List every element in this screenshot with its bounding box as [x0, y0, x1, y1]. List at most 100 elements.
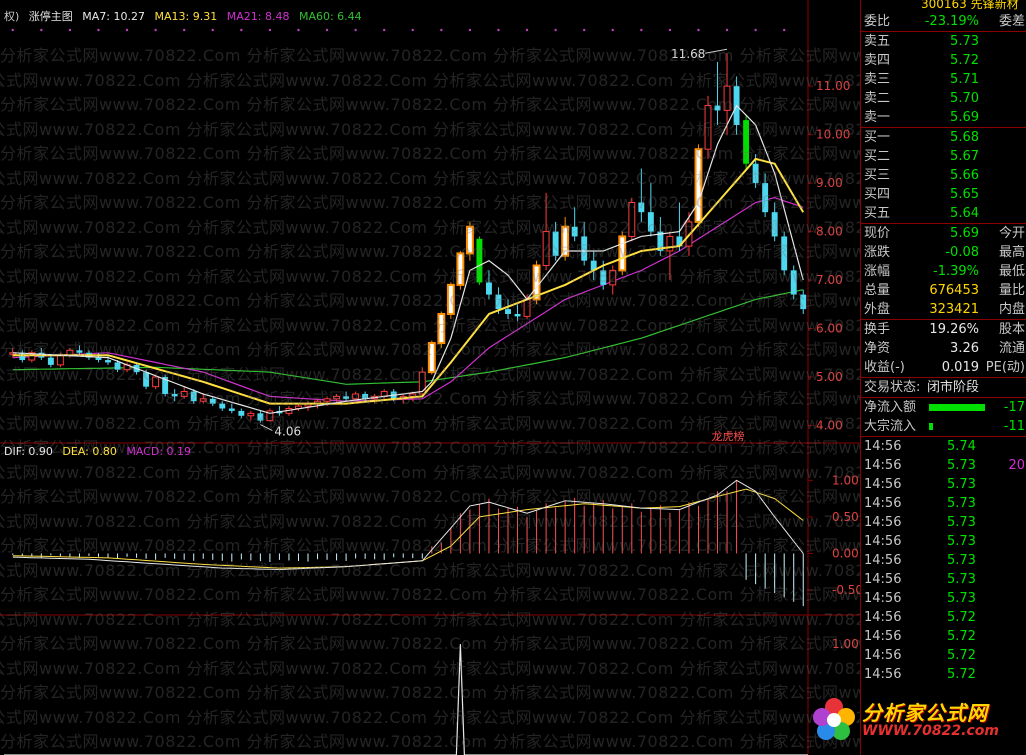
order-row[interactable]: 卖二 5.70: [861, 89, 1026, 108]
macd-axis-label: 1.00: [832, 473, 859, 487]
flow-value: -17: [1003, 400, 1025, 415]
tick-time: 14:56: [864, 610, 902, 625]
order-row[interactable]: 买三 5.66: [861, 166, 1026, 185]
tick-price: 5.72: [947, 648, 976, 663]
quote-label: 总量: [864, 283, 891, 298]
order-price: 5.72: [950, 53, 979, 68]
order-row[interactable]: 卖五 5.73: [861, 32, 1026, 51]
tick-time: 14:56: [864, 458, 902, 473]
order-row[interactable]: 买四 5.65: [861, 185, 1026, 204]
down-candle: [743, 120, 750, 164]
quote-label: 现价: [864, 226, 891, 241]
tick-time: 14:56: [864, 515, 902, 530]
signal-dot: [97, 28, 100, 32]
order-row[interactable]: 卖四 5.72: [861, 51, 1026, 70]
flow-value: -11: [1003, 419, 1025, 434]
macd-header: DIF: 0.90 DEA: 0.80 MACD: 0.19: [4, 445, 197, 458]
up-candle: [352, 393, 360, 400]
up-candle: [247, 412, 255, 417]
tick-price: 5.73: [947, 572, 976, 587]
signal-dot: [325, 28, 329, 32]
order-row[interactable]: 买二 5.67: [861, 147, 1026, 166]
flow-row: 净流入额 -17: [861, 398, 1026, 417]
tick-row: 14:56 5.73: [861, 570, 1026, 589]
up-candle: [409, 393, 417, 397]
stat-row: 换手 19.26% 股本: [861, 320, 1026, 339]
order-row[interactable]: 买五 5.64: [861, 204, 1026, 223]
tick-row: 14:56 5.74: [861, 437, 1026, 456]
down-candle: [114, 362, 121, 370]
ma13-label: MA13: 9.31: [154, 10, 218, 23]
down-candle: [238, 410, 245, 416]
tick-row: 14:56 5.72: [861, 665, 1026, 684]
signal-dot: [725, 28, 729, 32]
weibi-label: 委比: [864, 14, 891, 29]
signal-dot: [411, 28, 414, 32]
order-row[interactable]: 卖三 5.71: [861, 70, 1026, 89]
up-candle: [333, 395, 341, 400]
signal-dot: [11, 28, 14, 32]
price-axis-label: 5.00: [816, 370, 843, 384]
up-candle: [666, 235, 674, 252]
zt-candle: [618, 235, 627, 272]
lhb-label: 龙虎榜: [712, 429, 745, 443]
order-label: 买一: [864, 130, 891, 145]
trade-status-label: 交易状态:: [864, 380, 921, 395]
tick-row: 14:56 5.73 20: [861, 456, 1026, 475]
zt-candle: [456, 252, 465, 286]
order-price: 5.73: [950, 34, 979, 49]
stock-title: 300163 先锋新材: [861, 0, 1026, 12]
down-candle: [762, 183, 769, 213]
signal-dot: [182, 28, 186, 32]
chart-area[interactable]: 11.00 10.00 9.00 8.00 7.00 6.00 5.00 4.00 1.00 0.…: [0, 0, 860, 755]
stat-value: 0.019: [941, 360, 979, 375]
tick-volume: 20: [1008, 458, 1025, 473]
dea-line: [12, 488, 804, 569]
signal-dot: [468, 28, 472, 32]
trade-status-value: 闭市阶段: [927, 380, 980, 395]
quote-label: 外盘: [864, 302, 891, 317]
order-row[interactable]: 买一 5.68: [861, 128, 1026, 147]
down-candle: [638, 202, 645, 213]
flow-label: 大宗流入: [864, 419, 917, 434]
flow-label: 净流入额: [864, 400, 917, 415]
signal-dot: [297, 28, 300, 32]
down-candle: [514, 313, 521, 317]
indicator-title[interactable]: 涨停主图: [29, 10, 73, 23]
ma7-label: MA7: 10.27: [82, 10, 146, 23]
up-candle: [628, 201, 636, 237]
price-axis-label: 7.00: [816, 273, 843, 287]
up-candle: [323, 398, 331, 402]
tick-price: 5.73: [947, 553, 976, 568]
price-axis-label: 11.00: [816, 79, 850, 93]
dif-label: DIF: 0.90: [4, 445, 53, 458]
tick-row: 14:56 5.72: [861, 608, 1026, 627]
left-label: 权): [4, 10, 20, 23]
quote-value: -1.39%: [933, 264, 979, 279]
high-label: 11.68: [671, 47, 705, 61]
tick-time: 14:56: [864, 667, 902, 682]
kline-chart[interactable]: 11.00 10.00 9.00 8.00 7.00 6.00 5.00 4.00 1.00 0.…: [0, 0, 860, 755]
order-row[interactable]: 卖一 5.69: [861, 108, 1026, 127]
tick-price: 5.73: [947, 477, 976, 492]
signal-dot: [497, 28, 500, 32]
down-candle: [486, 282, 492, 295]
tick-list[interactable]: 14:56 5.74 14:56 5.73 20 14:56 5.73 14:56 5.7…: [861, 436, 1026, 684]
stat-value: 19.26%: [929, 322, 979, 337]
up-candle: [180, 391, 188, 397]
flow-bar: [929, 404, 985, 411]
tick-row: 14:56 5.73: [861, 513, 1026, 532]
order-label: 卖四: [864, 53, 891, 68]
up-candle: [152, 376, 160, 388]
zt-candle: [465, 225, 474, 255]
tick-row: 14:56 5.73: [861, 475, 1026, 494]
ma60-line: [12, 289, 804, 385]
down-candle: [647, 212, 654, 232]
stat-label: 收益(-): [864, 360, 905, 375]
sell-book: 卖五 5.73 卖四 5.72 卖三 5.71 卖二 5.70 卖一 5.69: [861, 31, 1026, 127]
up-candle: [609, 269, 617, 286]
down-candle: [771, 212, 778, 237]
signal-dot: [354, 28, 357, 32]
signal-dot: [668, 28, 672, 32]
quote-label2: 最高: [998, 245, 1025, 260]
